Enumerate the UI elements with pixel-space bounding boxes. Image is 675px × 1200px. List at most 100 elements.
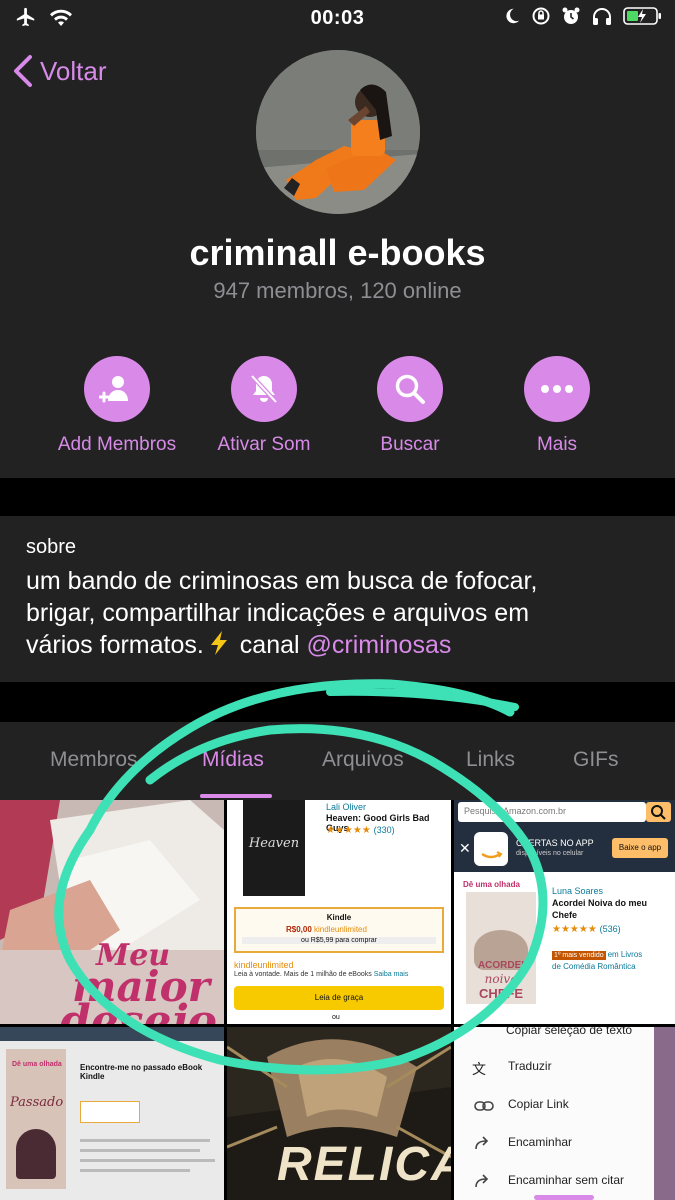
- media-item-menu-screenshot[interactable]: Copiar seleção de texto 文 Traduzir Copia…: [454, 1027, 675, 1200]
- media-item-amazon-2[interactable]: Pesquisa Amazon.com.br ✕ OFERTAS NO APP …: [454, 800, 675, 1024]
- active-tab-indicator: [200, 794, 272, 798]
- group-avatar[interactable]: [256, 50, 420, 214]
- airplane-icon: [16, 7, 35, 27]
- kindle-alt-price: ou R$5,99 para comprar: [242, 937, 436, 944]
- media-item-amazon-1[interactable]: Heaven Lali Oliver Heaven: Good Girls Ba…: [227, 800, 451, 1024]
- ku-more-link: Saiba mais: [373, 971, 409, 978]
- ku-title: kindleunlimited: [234, 960, 294, 970]
- unmute-label: Ativar Som: [217, 434, 311, 455]
- status-bar: 00:03: [0, 0, 675, 36]
- unmute-button[interactable]: Ativar Som: [189, 356, 339, 456]
- acordei-cover-text-3: CHEFE: [478, 986, 524, 1001]
- acordei-cover-text-2: noiva: [484, 972, 518, 986]
- profile-header: Voltar criminall e-books 947 membros, 12…: [0, 36, 675, 478]
- group-name: criminall e-books: [189, 232, 486, 273]
- search-button[interactable]: Buscar: [335, 356, 485, 456]
- status-time: 00:03: [310, 6, 365, 29]
- amazon-search-button: [646, 802, 671, 822]
- amazon-2-rating-count: (536): [599, 924, 621, 934]
- amazon-2-title-1: Acordei Noiva do meu: [552, 898, 648, 908]
- wifi-icon: [50, 9, 72, 26]
- channel-link[interactable]: @criminosas: [307, 631, 452, 659]
- media-item-cover-1[interactable]: Meu maior desejo: [0, 800, 224, 1024]
- amazon-2-title-2: Chefe: [552, 910, 578, 920]
- amazon-search-field: Pesquisa Amazon.com.br: [458, 802, 646, 822]
- kindle-price-box: Kindle R$0,00 kindleunlimited ou R$5,99 …: [234, 907, 444, 953]
- amazon-app-icon: [474, 832, 508, 866]
- about-line-2: brigar, compartilhar indicações e arquiv…: [26, 599, 530, 627]
- forward-icon: [475, 1136, 489, 1150]
- menu-item-translate: Traduzir: [508, 1059, 552, 1073]
- about-text: um bando de criminosas em busca de fofoc…: [26, 565, 649, 661]
- app-banner: ✕ OFERTAS NO APP disponíveis no celular …: [454, 826, 675, 872]
- heaven-cover: Heaven: [243, 800, 305, 896]
- amazon-1-rating-count: (330): [373, 825, 395, 835]
- about-line-3-prefix: vários formatos.: [26, 631, 204, 659]
- status-left: [14, 6, 74, 28]
- kindle-price: R$0,00: [286, 925, 312, 934]
- tab-links[interactable]: Links: [466, 748, 515, 772]
- amazon-nav-bar: [0, 1027, 224, 1041]
- about-line-1: um bando de criminosas em busca de fofoc…: [26, 567, 538, 595]
- alarm-icon: [562, 7, 580, 24]
- back-label: Voltar: [40, 55, 107, 86]
- add-members-label: Add Membros: [57, 434, 177, 455]
- media-item-amazon-3[interactable]: Dê uma olhada Passado Encontre-me no pas…: [0, 1027, 224, 1200]
- acordei-cover: ACORDEI noiva CHEFE: [466, 892, 536, 1004]
- close-icon: ✕: [459, 840, 471, 856]
- about-heading: sobre: [26, 536, 77, 558]
- about-line-3: vários formatos. canal @criminosas: [26, 629, 649, 661]
- read-free-button: Leia de graça: [234, 986, 444, 1010]
- search-icon: [651, 805, 666, 820]
- media-tabs: Membros Mídias Arquivos Links GIFs: [0, 722, 675, 800]
- rotation-lock-icon: [532, 7, 550, 25]
- amazon-3-brand: Dê uma olhada: [12, 1061, 62, 1068]
- lightning-icon: [210, 631, 227, 655]
- chevron-left-icon: [14, 55, 32, 87]
- amazon-3-title: Encontre-me no passado eBook Kindle: [80, 1063, 203, 1081]
- battery-charging-icon: [623, 7, 661, 25]
- ku-desc: Leia à vontade. Mais de 1 milhão de eBoo…: [234, 971, 409, 978]
- status-right: [503, 6, 663, 26]
- bestseller-badge: 1º mais vendido: [552, 951, 606, 960]
- add-member-icon: [99, 376, 128, 403]
- tab-media[interactable]: Mídias: [202, 748, 264, 772]
- media-item-cover-2[interactable]: RELICAR: [227, 1027, 451, 1200]
- heaven-cover-title: Heaven: [248, 836, 300, 851]
- menu-item-forward: Encaminhar: [508, 1135, 573, 1149]
- kindle-format: Kindle: [326, 913, 352, 922]
- amazon-2-author: Luna Soares: [552, 886, 604, 896]
- tab-files[interactable]: Arquivos: [322, 748, 404, 772]
- about-section: sobre um bando de criminosas em busca de…: [0, 516, 675, 682]
- bestseller-row: 1º mais vendido em Livros: [552, 950, 643, 960]
- app-banner-title: OFERTAS NO APP: [516, 838, 594, 848]
- kindle-price-suffix: kindleunlimited: [314, 925, 367, 934]
- menu-item-forward-no-quote: Encaminhar sem citar: [508, 1173, 625, 1187]
- more-button[interactable]: Mais: [482, 356, 632, 456]
- link-icon: [474, 1101, 494, 1111]
- amazon-1-author: Lali Oliver: [326, 802, 367, 812]
- moon-icon: [506, 8, 520, 24]
- amazon-2-stars: ★★★★★ (536): [552, 924, 621, 935]
- amazon-1-stars: ★★★★★ (330): [326, 825, 395, 836]
- add-members-button[interactable]: Add Membros: [42, 356, 192, 456]
- passado-cover-text: Passado: [10, 1095, 64, 1110]
- amazon-search-bar: Pesquisa Amazon.com.br: [454, 800, 675, 826]
- bell-muted-icon: [250, 374, 278, 404]
- forward-no-quote-icon: [475, 1174, 489, 1188]
- translate-icon: 文: [472, 1061, 486, 1077]
- tab-members[interactable]: Membros: [50, 748, 138, 772]
- app-download-button: Baixe o app: [612, 838, 668, 858]
- headphones-icon: [593, 8, 611, 25]
- passado-cover: Dê uma olhada Passado: [6, 1049, 66, 1189]
- search-icon: [395, 374, 425, 404]
- category-prefix: em Livros: [607, 950, 643, 959]
- more-icon: [541, 385, 573, 393]
- back-button[interactable]: Voltar: [12, 54, 107, 88]
- menu-item-copy-selection: Copiar seleção de texto: [506, 1027, 633, 1037]
- more-label: Mais: [536, 434, 578, 455]
- tab-gifs[interactable]: GIFs: [573, 748, 619, 772]
- amazon-3-price-box: [80, 1101, 140, 1123]
- cover-2-title: RELICAR: [277, 1138, 451, 1191]
- search-label: Buscar: [380, 434, 440, 455]
